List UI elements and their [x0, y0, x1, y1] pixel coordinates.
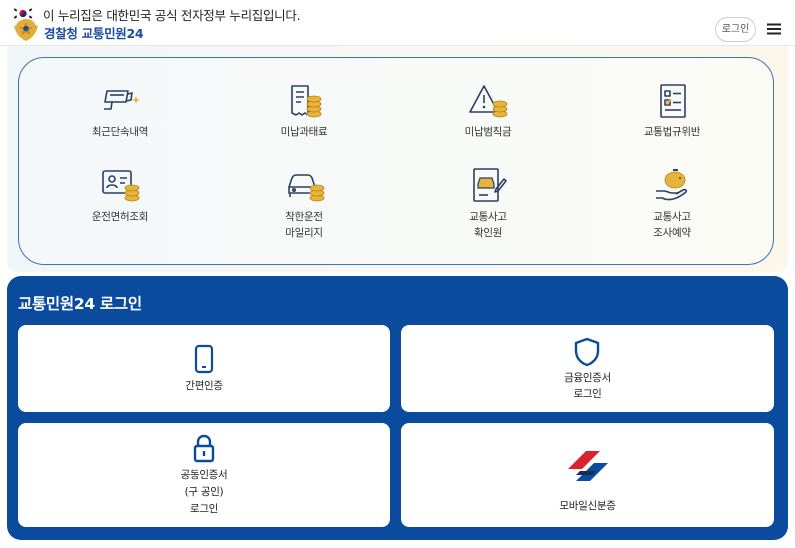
login-option-label: 간편인증 — [185, 380, 223, 392]
service-label-line2: 조사예약 — [653, 227, 691, 239]
service-license-inquiry[interactable]: 운전면허조회 — [55, 165, 185, 227]
site-logo[interactable]: 경찰청 교통민원24 — [44, 23, 144, 42]
service-accident-investigation-reservation[interactable]: 교통사고 조사예약 — [607, 165, 737, 241]
header: 경찰청 교통민원24 로그인 — [0, 17, 795, 46]
gov-banner: 이 누리집은 대한민국 공식 전자정부 누리집입니다. — [0, 0, 795, 23]
smartphone-icon — [194, 344, 214, 374]
login-option-label-line1: 공동인증서 — [180, 469, 228, 481]
service-label: 미납범칙금 — [464, 126, 512, 138]
login-title: 교통민원24 로그인 — [18, 295, 142, 313]
joint-certificate-login-button[interactable]: 공동인증서 (구 공인) 로그인 — [18, 423, 390, 527]
logo-org: 경찰청 — [44, 26, 78, 41]
login-option-label-line1: 금융인증서 — [564, 372, 611, 384]
login-option-label-line2: 로그인 — [573, 388, 602, 400]
piggy-bank-hand-icon — [656, 169, 688, 201]
login-option-label-line3: 로그인 — [189, 503, 219, 515]
checklist-document-icon — [660, 84, 686, 118]
license-card-coins-icon — [102, 170, 140, 202]
camera-sparkle-icon — [104, 90, 140, 110]
service-label-line2: 마일리지 — [285, 227, 323, 239]
service-label-line2: 확인원 — [473, 227, 503, 239]
service-good-driving-mileage[interactable]: 착한운전 마일리지 — [239, 165, 369, 241]
service-label: 최근단속내역 — [91, 126, 149, 138]
service-recent-enforcement[interactable]: 최근단속내역 — [55, 82, 185, 144]
simple-auth-button[interactable]: 간편인증 — [18, 325, 390, 412]
car-coins-icon — [288, 174, 325, 202]
logo-service: 교통민원24 — [81, 26, 144, 41]
service-label-line1: 교통사고 — [469, 211, 507, 223]
police-emblem-icon[interactable] — [11, 16, 41, 44]
receipt-coins-icon — [291, 85, 322, 118]
mobile-id-button[interactable]: 모바일신분증 — [401, 423, 774, 527]
service-label-line1: 교통사고 — [653, 211, 691, 223]
padlock-icon — [193, 434, 215, 463]
login-option-label: 모바일신분증 — [559, 500, 616, 512]
service-unpaid-fines[interactable]: 미납과태료 — [239, 82, 369, 144]
hamburger-menu-icon[interactable] — [764, 19, 784, 39]
header-login-button[interactable]: 로그인 — [715, 17, 756, 42]
shield-icon — [574, 337, 600, 367]
service-menu-card: 최근단속내역 미납과태료 미납범칙금 교통법규위반 운전면허조회 착한운전 마일… — [18, 57, 774, 265]
service-label: 미납과태료 — [280, 126, 328, 138]
service-label-line1: 착한운전 — [285, 211, 323, 223]
service-label: 교통법규위반 — [643, 126, 701, 138]
mobile-id-logo-icon — [568, 451, 608, 481]
accident-report-icon — [473, 168, 507, 202]
warning-coins-icon — [469, 85, 508, 118]
service-unpaid-penalties[interactable]: 미납범칙금 — [423, 82, 553, 144]
login-option-label-line2: (구 공인) — [184, 486, 224, 498]
service-traffic-violation[interactable]: 교통법규위반 — [607, 82, 737, 144]
service-accident-certificate[interactable]: 교통사고 확인원 — [423, 165, 553, 241]
service-label: 운전면허조회 — [91, 211, 149, 223]
financial-certificate-login-button[interactable]: 금융인증서 로그인 — [401, 325, 774, 412]
